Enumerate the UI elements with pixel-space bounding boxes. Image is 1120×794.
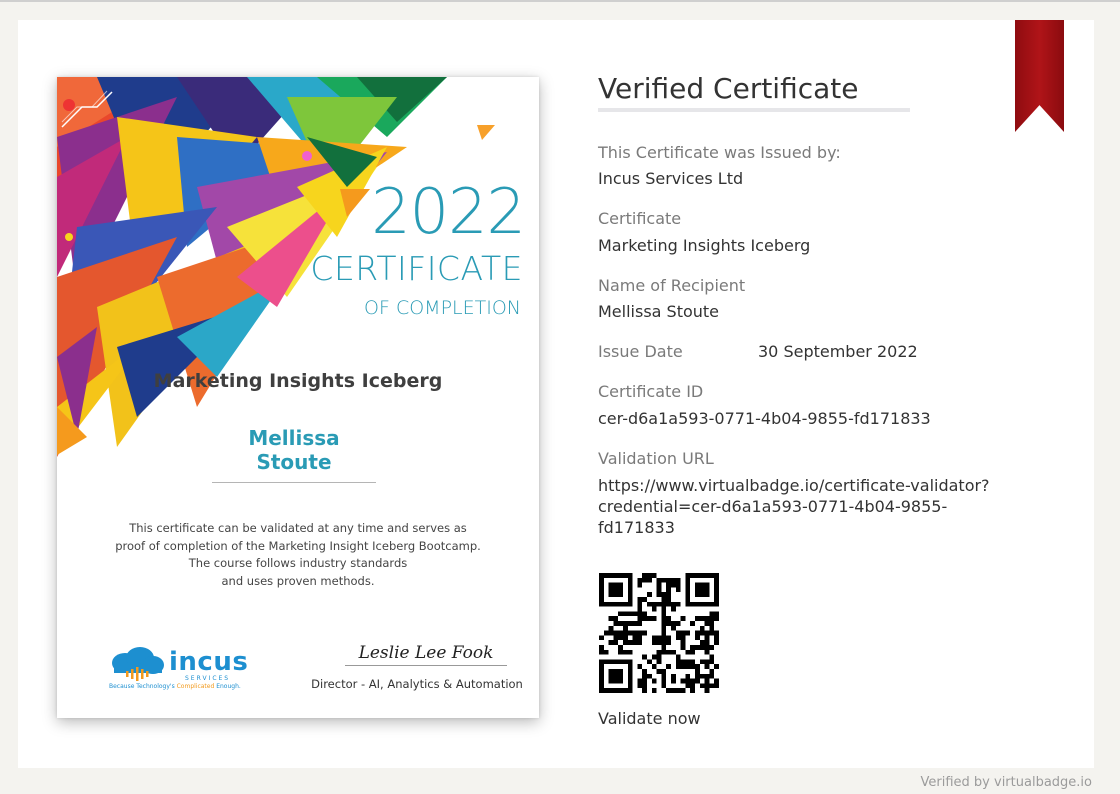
signer-role: Director - AI, Analytics & Automation (311, 677, 523, 691)
description-line: and uses proven methods. (221, 573, 375, 588)
tagline-part: Because Technology's (109, 683, 177, 690)
logo-subtext: SERVICES (185, 675, 231, 682)
certificate-description: This certificate can be validated at any… (87, 520, 509, 590)
course-name-text: Marketing Insights Iceberg (153, 370, 443, 392)
issue-date-value: 30 September 2022 (758, 342, 918, 361)
tagline-part: Enough. (214, 683, 241, 690)
footer-verified-by[interactable]: Verified by virtualbadge.io (921, 775, 1092, 790)
validation-url-line: credential=cer-d6a1a593-0771-4b04-9855-f… (598, 497, 948, 537)
certificate-year: 2022 (371, 175, 526, 248)
issue-date-label: Issue Date (598, 342, 683, 361)
certificate-label: Certificate (598, 209, 682, 228)
description-line: This certificate can be validated at any… (129, 521, 467, 535)
description-line: proof of completion of the Marketing Ins… (115, 538, 481, 553)
validate-now-link[interactable]: Validate now (598, 709, 701, 728)
incus-logo: incus SERVICES Because Technology's Comp… (109, 647, 249, 695)
certificate-course-name: Marketing Insights Iceberg (57, 370, 539, 392)
certificate-subtitle: OF COMPLETION (364, 297, 521, 319)
ribbon-bookmark-icon (1015, 20, 1064, 132)
page-title: Verified Certificate (598, 72, 910, 112)
validation-url-value[interactable]: https://www.virtualbadge.io/certificate-… (598, 475, 1018, 538)
certificate-value: Marketing Insights Iceberg (598, 236, 811, 255)
validation-url-label: Validation URL (598, 449, 714, 468)
recipient-label: Name of Recipient (598, 276, 746, 295)
validation-url-line: https://www.virtualbadge.io/certificate-… (598, 476, 990, 495)
top-border (0, 0, 1120, 2)
cloud-logo-icon (112, 647, 164, 681)
issued-by-value: Incus Services Ltd (598, 169, 744, 188)
certificate-title: CERTIFICATE (310, 249, 523, 288)
tagline-highlight: Complicated (176, 683, 215, 690)
issued-by-label: This Certificate was Issued by: (598, 143, 841, 162)
decorative-art (57, 77, 495, 457)
certificate-recipient-name: Mellissa Stoute (212, 426, 376, 483)
signature: Leslie Lee Fook (345, 643, 507, 666)
certificate-preview[interactable]: 2022 CERTIFICATE OF COMPLETION Marketing… (57, 77, 539, 718)
description-line: The course follows industry standards (188, 556, 408, 570)
logo-name: incus (169, 647, 249, 677)
recipient-value: Mellissa Stoute (598, 302, 720, 321)
qr-code-icon[interactable] (598, 573, 720, 693)
certificate-id-value: cer-d6a1a593-0771-4b04-9855-fd171833 (598, 409, 931, 428)
logo-tagline: Because Technology's Complicated Enough. (109, 683, 241, 690)
certificate-id-label: Certificate ID (598, 382, 704, 401)
